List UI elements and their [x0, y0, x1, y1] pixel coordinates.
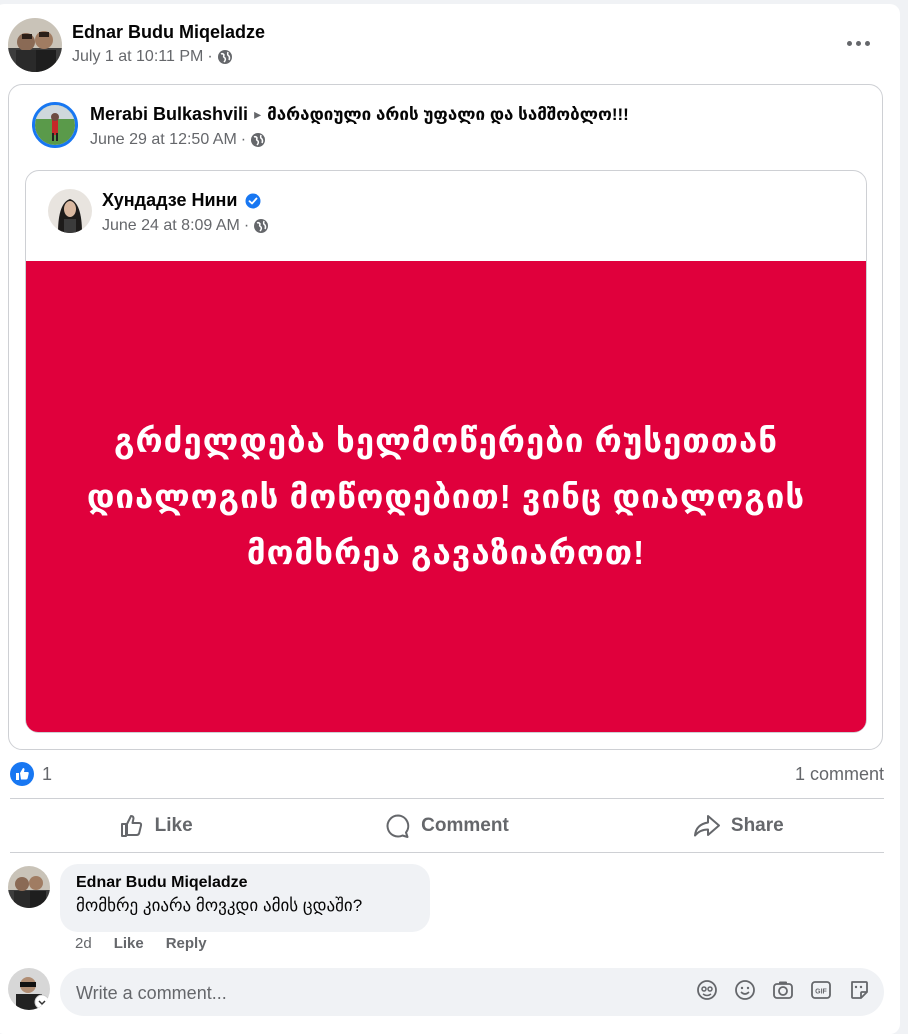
shared-header: Merabi Bulkashvili ▸ მარადიული არის უფალ…	[90, 104, 629, 125]
comment-reply-link[interactable]: Reply	[166, 935, 207, 952]
comment-age[interactable]: 2d	[75, 935, 92, 952]
share-arrow-icon	[693, 813, 721, 839]
post-actions: Like Comment Share	[10, 800, 884, 852]
separator: ·	[243, 217, 250, 234]
commenter-name[interactable]: Ednar Budu Miqeladze	[76, 874, 414, 892]
shared-author-avatar[interactable]	[32, 102, 78, 148]
separator: ·	[207, 48, 213, 65]
commenter-avatar[interactable]	[8, 866, 50, 908]
divider	[10, 798, 884, 799]
globe-icon	[217, 49, 233, 65]
shared-meta: June 29 at 12:50 AM ·	[90, 131, 266, 149]
avatar-sticker-icon[interactable]	[696, 979, 718, 1001]
reaction-stats: 1 1 comment	[10, 762, 884, 788]
comment-bubble: Ednar Budu Miqeladze მომხრე კიარა მოვკდი…	[60, 864, 430, 932]
post-author-name[interactable]: Ednar Budu Miqeladze	[72, 22, 265, 43]
camera-icon[interactable]	[772, 979, 794, 1001]
composer-tools: GIF	[696, 979, 870, 1001]
share-button-label: Share	[730, 815, 784, 836]
sticker-icon[interactable]	[848, 979, 870, 1001]
more-options-icon[interactable]	[844, 34, 872, 52]
text-background-post[interactable]: გრძელდება ხელმოწერები რუსეთთან დიალოგის …	[26, 261, 866, 732]
comment-text: მომხრე კიარა მოვკდი ამის ცდაში?	[76, 896, 363, 915]
shared-author-name[interactable]: Merabi Bulkashvili	[90, 104, 248, 125]
post-author-avatar[interactable]	[8, 18, 62, 72]
post-text: გრძელდება ხელმოწერები რუსეთთან დიალოგის …	[86, 421, 806, 571]
verified-badge-icon	[245, 193, 261, 209]
comment-button-label: Comment	[421, 815, 509, 836]
svg-text:GIF: GIF	[815, 989, 827, 996]
comment-like-link[interactable]: Like	[114, 935, 144, 952]
share-button[interactable]: Share	[593, 800, 884, 852]
group-name[interactable]: მარადიული არის უფალი და სამშობლო!!!	[267, 105, 629, 125]
current-user-avatar[interactable]	[8, 968, 50, 1010]
emoji-icon[interactable]	[734, 979, 756, 1001]
like-reaction-icon	[10, 762, 34, 786]
divider	[10, 852, 884, 853]
original-timestamp[interactable]: June 24 at 8:09 AM	[102, 217, 240, 235]
separator: ·	[240, 131, 247, 148]
original-author-name[interactable]: Хундадзе Нини	[102, 190, 237, 211]
gif-icon[interactable]: GIF	[810, 979, 832, 1001]
like-count: 1	[42, 763, 53, 784]
comment-count[interactable]: 1 comment	[795, 764, 884, 785]
post-meta: July 1 at 10:11 PM ·	[72, 48, 233, 66]
comment-button[interactable]: Comment	[301, 800, 592, 852]
shared-timestamp[interactable]: June 29 at 12:50 AM	[90, 131, 237, 149]
original-author-avatar[interactable]	[48, 189, 92, 233]
thumbs-up-icon	[119, 813, 145, 839]
comment-input[interactable]	[74, 977, 678, 1009]
globe-icon	[250, 132, 266, 148]
reaction-summary[interactable]: 1	[10, 762, 52, 786]
post-timestamp[interactable]: July 1 at 10:11 PM	[72, 48, 203, 66]
original-header: Хундадзе Нини	[102, 190, 261, 211]
comment-meta: 2d Like Reply	[75, 935, 207, 952]
original-meta: June 24 at 8:09 AM ·	[102, 217, 269, 235]
comment-bubble-icon	[385, 813, 411, 839]
like-button-label: Like	[154, 815, 193, 836]
group-arrow-icon: ▸	[254, 106, 262, 122]
comment-composer: GIF	[60, 968, 884, 1016]
like-button[interactable]: Like	[10, 800, 301, 852]
globe-icon	[253, 218, 269, 234]
